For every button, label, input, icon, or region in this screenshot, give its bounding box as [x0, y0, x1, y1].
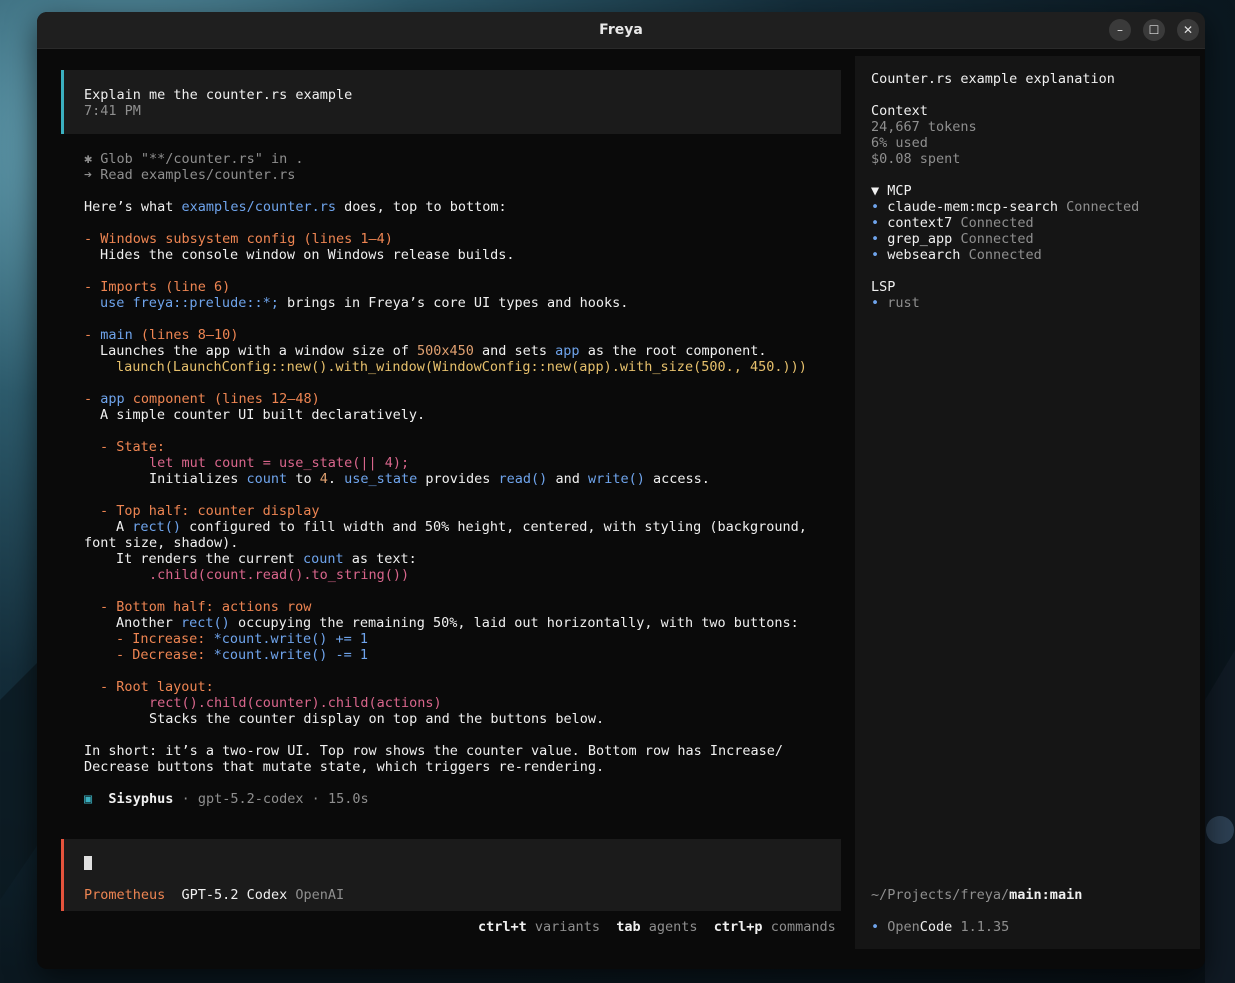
section-main-title: - main (lines 8–10) — [84, 327, 239, 343]
root-layout-title: - Root layout: — [100, 679, 214, 695]
minimize-button[interactable]: – — [1109, 19, 1131, 41]
app-version: • OpenCode 1.1.35 — [871, 919, 1010, 935]
agent-time: 15.0s — [327, 791, 369, 807]
shortcut-label: variants — [534, 919, 600, 935]
status-dot-icon: • — [871, 231, 880, 247]
user-message-time: 7:41 PM — [84, 103, 141, 119]
shortcuts-bar: ctrl+t variants tab agents ctrl+p comman… — [478, 919, 836, 935]
mcp-toggle[interactable]: ▼ MCP — [871, 183, 912, 199]
section-main-code: launch(LaunchConfig::new().with_window(W… — [116, 359, 807, 375]
project-path: ~/Projects/freya/main:main — [871, 887, 1083, 903]
tool-call-glob: ✱ Glob "**/counter.rs" in . — [84, 151, 303, 167]
tool-call-read-text: Read examples/counter.rs — [100, 167, 296, 183]
file-link: examples/counter.rs — [181, 199, 336, 215]
tool-call-glob-text: Glob "**/counter.rs" in . — [100, 151, 304, 167]
state-title: - State: — [100, 439, 166, 455]
input-model[interactable]: GPT-5.2 Codex — [182, 887, 288, 903]
mcp-item: • grep_app Connected — [871, 231, 1034, 247]
top-half-render: It renders the current count as text: — [116, 551, 417, 567]
lsp-item: • rust — [871, 295, 920, 311]
top-half-body-cont: font size, shadow). — [84, 535, 239, 551]
section-app-title: - app component (lines 12–48) — [84, 391, 320, 407]
top-half-code: .child(count.read().to_string()) — [149, 567, 410, 583]
input-provider: OpenAI — [295, 887, 345, 903]
mcp-item: • claude-mem:mcp-search Connected — [871, 199, 1140, 215]
shortcut-label: agents — [648, 919, 698, 935]
text-cursor — [84, 856, 92, 870]
mcp-item: • websearch Connected — [871, 247, 1042, 263]
section-windows-body: Hides the console window on Windows rele… — [100, 247, 515, 263]
status-dot-icon: • — [871, 247, 880, 263]
window-title: Freya — [599, 22, 643, 38]
summary-line-1: In short: it’s a two-row UI. Top row sho… — [84, 743, 783, 759]
lsp-label: LSP — [871, 279, 896, 295]
decrease-item: - Decrease: *count.write() -= 1 — [116, 647, 368, 663]
agent-footer: ▣ Sisyphus · gpt-5.2-codex · 15.0s — [84, 791, 369, 807]
agent-name: Sisyphus — [108, 791, 174, 807]
bottom-half-body: Another rect() occupying the remaining 5… — [116, 615, 799, 631]
shortcut-label: commands — [770, 919, 836, 935]
status-dot-icon: • — [871, 199, 880, 215]
shortcut-key[interactable]: ctrl+t — [478, 919, 527, 935]
summary-line-2: Decrease buttons that mutate state, whic… — [84, 759, 605, 775]
input-agent[interactable]: Prometheus — [84, 887, 165, 903]
shortcut-key[interactable]: tab — [616, 919, 640, 935]
agent-model: gpt-5.2-codex — [197, 791, 304, 807]
increase-item: - Increase: *count.write() += 1 — [116, 631, 368, 647]
section-app-body: A simple counter UI built declaratively. — [100, 407, 426, 423]
glob-icon: ✱ — [84, 151, 93, 167]
section-main-body: Launches the app with a window size of 5… — [100, 343, 767, 359]
state-code: let mut count = use_state(|| 4); — [149, 455, 410, 471]
mcp-item: • context7 Connected — [871, 215, 1034, 231]
arrow-right-icon: ➔ — [84, 167, 93, 183]
response-intro: Here’s what examples/counter.rs does, to… — [84, 199, 507, 215]
agent-square-icon: ▣ — [84, 791, 93, 807]
terminal-window: Freya – ☐ ✕ Explain me the counter.rs ex… — [37, 12, 1205, 969]
maximize-button[interactable]: ☐ — [1143, 19, 1165, 41]
shortcut-key[interactable]: ctrl+p — [714, 919, 763, 935]
title-bar[interactable]: Freya – ☐ ✕ — [37, 12, 1205, 49]
context-used: 6% used — [871, 135, 928, 151]
user-message-text: Explain me the counter.rs example — [84, 87, 353, 103]
status-dot-icon: • — [871, 295, 880, 311]
session-title: Counter.rs example explanation — [871, 71, 1115, 87]
context-tokens: 24,667 tokens — [871, 119, 977, 135]
status-dot-icon: • — [871, 919, 880, 935]
context-label: Context — [871, 103, 928, 119]
context-spent: $0.08 spent — [871, 151, 961, 167]
root-layout-body: Stacks the counter display on top and th… — [149, 711, 605, 727]
state-body: Initializes count to 4. use_state provid… — [149, 471, 710, 487]
close-button[interactable]: ✕ — [1177, 19, 1199, 41]
tool-call-read: ➔ Read examples/counter.rs — [84, 167, 295, 183]
status-dot-icon: • — [871, 215, 880, 231]
section-imports-body: use freya::prelude::*; brings in Freya’s… — [100, 295, 629, 311]
top-half-body: A rect() configured to fill width and 50… — [116, 519, 807, 535]
top-half-title: - Top half: counter display — [100, 503, 320, 519]
bottom-half-title: - Bottom half: actions row — [100, 599, 312, 615]
root-layout-code: rect().child(counter).child(actions) — [149, 695, 442, 711]
section-imports-title: - Imports (line 6) — [84, 279, 231, 295]
section-windows-title: - Windows subsystem config (lines 1–4) — [84, 231, 393, 247]
input-status: Prometheus GPT-5.2 Codex OpenAI — [84, 887, 344, 903]
